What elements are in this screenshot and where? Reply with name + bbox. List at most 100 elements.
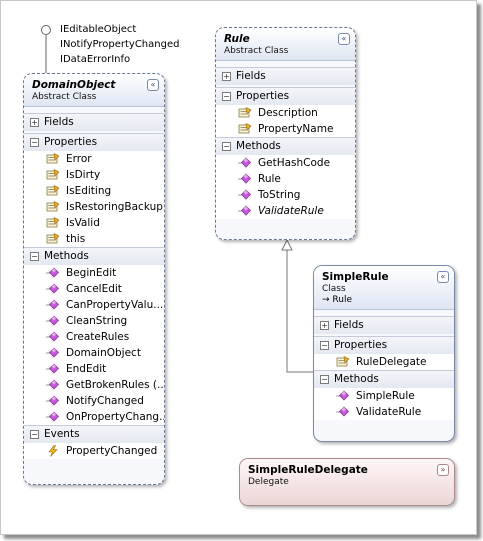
member-label: CanPropertyValu... [66,299,164,311]
property-item[interactable]: IsEditing [24,183,164,199]
method-item[interactable]: DomainObject [24,345,164,361]
section-label: Methods [334,373,379,385]
method-icon [46,379,60,391]
method-item[interactable]: EndEdit [24,361,164,377]
section-label: Fields [236,70,266,82]
member-label: IsValid [66,217,100,229]
property-item[interactable]: IsRestoringBackup [24,199,164,215]
method-icon [46,347,60,359]
member-label: IsDirty [66,169,101,181]
member-label: Description [258,107,318,119]
class-title: DomainObject [32,79,116,91]
member-label: Rule [258,173,281,185]
section-properties[interactable]: − Properties [314,336,454,354]
member-label: PropertyChanged [66,445,158,457]
collapse-toggle-icon[interactable]: − [222,92,231,101]
class-title: SimpleRule [322,271,389,283]
member-label: GetBrokenRules (... [66,379,164,391]
class-simplerule-header: SimpleRule Class → Rule « [314,266,454,310]
method-item[interactable]: OnPropertyChang... [24,409,164,425]
property-icon [238,122,252,135]
method-item[interactable]: ValidateRule [216,203,355,219]
method-item[interactable]: GetBrokenRules (... [24,377,164,393]
collapse-chevron-icon[interactable]: « [437,271,449,283]
section-label: Properties [44,136,98,148]
property-icon [336,355,350,368]
member-label: EndEdit [66,363,107,375]
section-label: Properties [236,90,290,102]
collapse-chevron-icon[interactable]: « [338,33,350,45]
property-item[interactable]: IsValid [24,215,164,231]
class-simpleruledelegate[interactable]: SimpleRuleDelegate Delegate » [239,458,455,506]
method-item[interactable]: CleanString [24,313,164,329]
method-icon [46,331,60,343]
class-domainobject[interactable]: DomainObject Abstract Class « + Fields − P… [23,73,165,485]
section-methods[interactable]: − Methods [24,247,164,265]
method-item[interactable]: ValidateRule [314,404,454,420]
property-item[interactable]: RuleDelegate [314,354,454,370]
method-item[interactable]: Rule [216,171,355,187]
section-label: Methods [236,140,281,152]
class-rule[interactable]: Rule Abstract Class « + Fields − Propertie… [215,27,356,240]
expand-toggle-icon[interactable]: + [30,118,39,127]
property-item[interactable]: Error [24,151,164,167]
property-icon [46,200,60,213]
method-item[interactable]: GetHashCode [216,155,355,171]
collapse-toggle-icon[interactable]: − [320,375,329,384]
method-icon [46,315,60,327]
collapse-toggle-icon[interactable]: − [30,252,39,261]
section-methods[interactable]: − Methods [314,370,454,388]
member-label: CancelEdit [66,283,122,295]
expand-chevron-icon[interactable]: » [437,464,449,476]
method-icon [46,411,60,423]
collapse-toggle-icon[interactable]: − [30,138,39,147]
class-rule-header: Rule Abstract Class « [216,28,355,61]
member-label: GetHashCode [258,157,331,169]
collapse-toggle-icon[interactable]: − [222,142,231,151]
section-fields[interactable]: + Fields [216,67,355,85]
section-fields[interactable]: + Fields [24,113,164,131]
section-events[interactable]: − Events [24,425,164,443]
method-item[interactable]: NotifyChanged [24,393,164,409]
section-label: Properties [334,339,388,351]
expand-toggle-icon[interactable]: + [320,321,329,330]
member-label: NotifyChanged [66,395,144,407]
property-item[interactable]: IsDirty [24,167,164,183]
section-methods[interactable]: − Methods [216,137,355,155]
section-fields[interactable]: + Fields [314,316,454,334]
method-item[interactable]: CreateRules [24,329,164,345]
method-icon [238,205,252,217]
member-label: ValidateRule [356,406,422,418]
method-icon [336,390,350,402]
member-label: ToString [258,189,301,201]
section-properties[interactable]: − Properties [216,87,355,105]
method-item[interactable]: CancelEdit [24,281,164,297]
method-icon [238,157,252,169]
property-item[interactable]: Description [216,105,355,121]
section-label: Fields [334,319,364,331]
member-label: this [66,233,86,245]
property-item[interactable]: PropertyName [216,121,355,137]
section-properties[interactable]: − Properties [24,133,164,151]
method-icon [46,395,60,407]
member-label: CreateRules [66,331,130,343]
expand-toggle-icon[interactable]: + [222,72,231,81]
property-icon [46,216,60,229]
method-item[interactable]: SimpleRule [314,388,454,404]
event-item[interactable]: PropertyChanged [24,443,164,459]
collapse-toggle-icon[interactable]: − [320,341,329,350]
method-item[interactable]: BeginEdit [24,265,164,281]
method-icon [46,363,60,375]
collapse-chevron-icon[interactable]: « [147,79,159,91]
property-item[interactable]: this [24,231,164,247]
class-simplerule[interactable]: SimpleRule Class → Rule « + Fields − Prope… [313,265,455,442]
collapse-toggle-icon[interactable]: − [30,430,39,439]
base-class-label: → Rule [322,295,352,305]
member-label: IsRestoringBackup [66,201,163,213]
member-label: DomainObject [66,347,141,359]
method-item[interactable]: ToString [216,187,355,203]
class-simpleruledelegate-header: SimpleRuleDelegate Delegate » [240,459,454,505]
interface-label-idataerrorinfo: IDataErrorInfo [60,54,131,65]
interface-label-ieditableobject: IEditableObject [60,24,137,35]
method-item[interactable]: CanPropertyValu... [24,297,164,313]
